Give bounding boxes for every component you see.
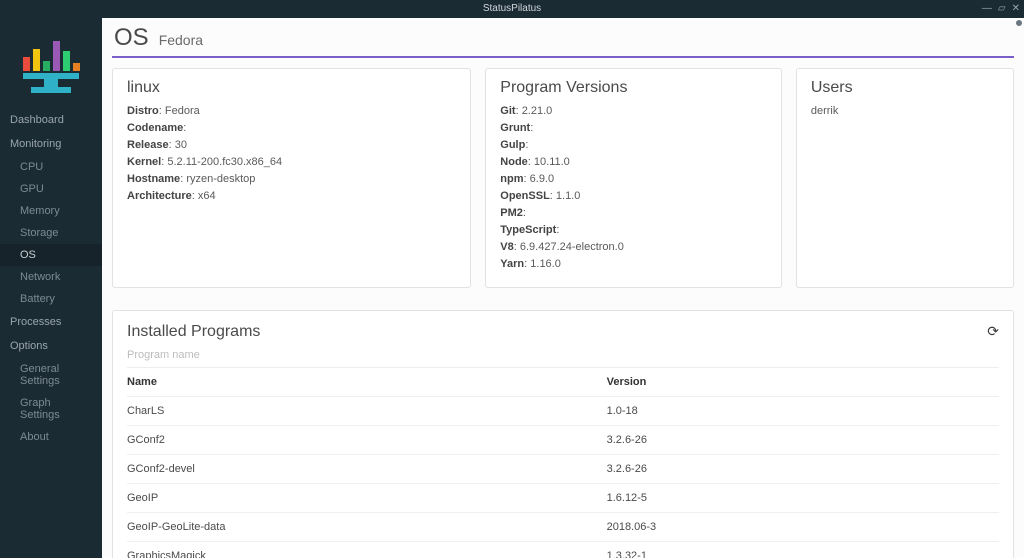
window-titlebar: StatusPilatus — ▱ ✕ xyxy=(0,0,1024,18)
table-row[interactable]: GraphicsMagick1.3.32-1 xyxy=(127,542,999,558)
close-icon[interactable]: ✕ xyxy=(1012,0,1020,18)
sidebar-item-battery[interactable]: Battery xyxy=(0,288,102,310)
table-row[interactable]: GConf2-devel3.2.6-26 xyxy=(127,455,999,484)
sidebar-item-cpu[interactable]: CPU xyxy=(0,156,102,178)
card-versions-title: Program Versions xyxy=(500,79,767,97)
sidebar-item-network[interactable]: Network xyxy=(0,266,102,288)
sidebar-item-general-settings[interactable]: General Settings xyxy=(0,358,102,392)
sidebar-item-os[interactable]: OS xyxy=(0,244,102,266)
table-row[interactable]: CharLS1.0-18 xyxy=(127,397,999,426)
user-entry: derrik xyxy=(811,103,999,120)
sidebar: Dashboard Monitoring CPU GPU Memory Stor… xyxy=(0,18,102,558)
card-linux: linux Distro: Fedora Codename: Release: … xyxy=(112,68,471,288)
linux-kernel-label: Kernel xyxy=(127,156,161,168)
page-title: OS xyxy=(114,24,149,52)
version-row: TypeScript: xyxy=(500,222,767,239)
sidebar-item-graph-settings[interactable]: Graph Settings xyxy=(0,392,102,426)
linux-hostname-label: Hostname xyxy=(127,173,180,185)
app-logo xyxy=(0,18,102,108)
sidebar-item-about[interactable]: About xyxy=(0,426,102,448)
refresh-icon[interactable]: ⟳ xyxy=(987,323,999,340)
version-row: npm: 6.9.0 xyxy=(500,171,767,188)
sidebar-item-storage[interactable]: Storage xyxy=(0,222,102,244)
column-header-version[interactable]: Version xyxy=(607,368,999,397)
version-row: Node: 10.11.0 xyxy=(500,154,767,171)
card-linux-title: linux xyxy=(127,79,456,97)
version-row: Gulp: xyxy=(500,137,767,154)
linux-release-value: 30 xyxy=(175,139,187,151)
version-row: Git: 2.21.0 xyxy=(500,103,767,120)
version-row: V8: 6.9.427.24-electron.0 xyxy=(500,239,767,256)
card-users: Users derrik xyxy=(796,68,1014,288)
table-row[interactable]: GeoIP-GeoLite-data2018.06-3 xyxy=(127,513,999,542)
sidebar-section-options[interactable]: Options xyxy=(0,334,102,358)
program-search-input[interactable] xyxy=(127,341,999,367)
sidebar-section-monitoring[interactable]: Monitoring xyxy=(0,132,102,156)
accent-divider xyxy=(112,56,1014,58)
linux-release-label: Release xyxy=(127,139,169,151)
sidebar-section-processes[interactable]: Processes xyxy=(0,310,102,334)
card-users-title: Users xyxy=(811,79,999,97)
card-program-versions: Program Versions Git: 2.21.0Grunt: Gulp:… xyxy=(485,68,782,288)
column-header-name[interactable]: Name xyxy=(127,368,607,397)
version-row: Yarn: 1.16.0 xyxy=(500,256,767,273)
sidebar-item-gpu[interactable]: GPU xyxy=(0,178,102,200)
version-row: Grunt: xyxy=(500,120,767,137)
table-row[interactable]: GConf23.2.6-26 xyxy=(127,426,999,455)
linux-distro-label: Distro xyxy=(127,105,159,117)
linux-kernel-value: 5.2.11-200.fc30.x86_64 xyxy=(167,156,282,168)
main-content: OS Fedora linux Distro: Fedora Codename:… xyxy=(102,18,1024,558)
scrollbar-indicator xyxy=(1016,20,1022,26)
card-installed-programs: Installed Programs ⟳ Name Version CharLS… xyxy=(112,310,1014,558)
table-row[interactable]: GeoIP1.6.12-5 xyxy=(127,484,999,513)
sidebar-section-dashboard[interactable]: Dashboard xyxy=(0,108,102,132)
maximize-icon[interactable]: ▱ xyxy=(998,0,1006,18)
linux-arch-value: x64 xyxy=(198,190,216,202)
version-row: PM2: xyxy=(500,205,767,222)
linux-arch-label: Architecture xyxy=(127,190,192,202)
minimize-icon[interactable]: — xyxy=(982,0,992,18)
linux-codename-label: Codename xyxy=(127,122,183,134)
linux-hostname-value: ryzen-desktop xyxy=(186,173,255,185)
installed-title: Installed Programs xyxy=(127,323,999,341)
page-subtitle: Fedora xyxy=(159,32,203,48)
linux-distro-value: Fedora xyxy=(165,105,200,117)
version-row: OpenSSL: 1.1.0 xyxy=(500,188,767,205)
sidebar-item-memory[interactable]: Memory xyxy=(0,200,102,222)
window-title: StatusPilatus xyxy=(483,3,541,14)
